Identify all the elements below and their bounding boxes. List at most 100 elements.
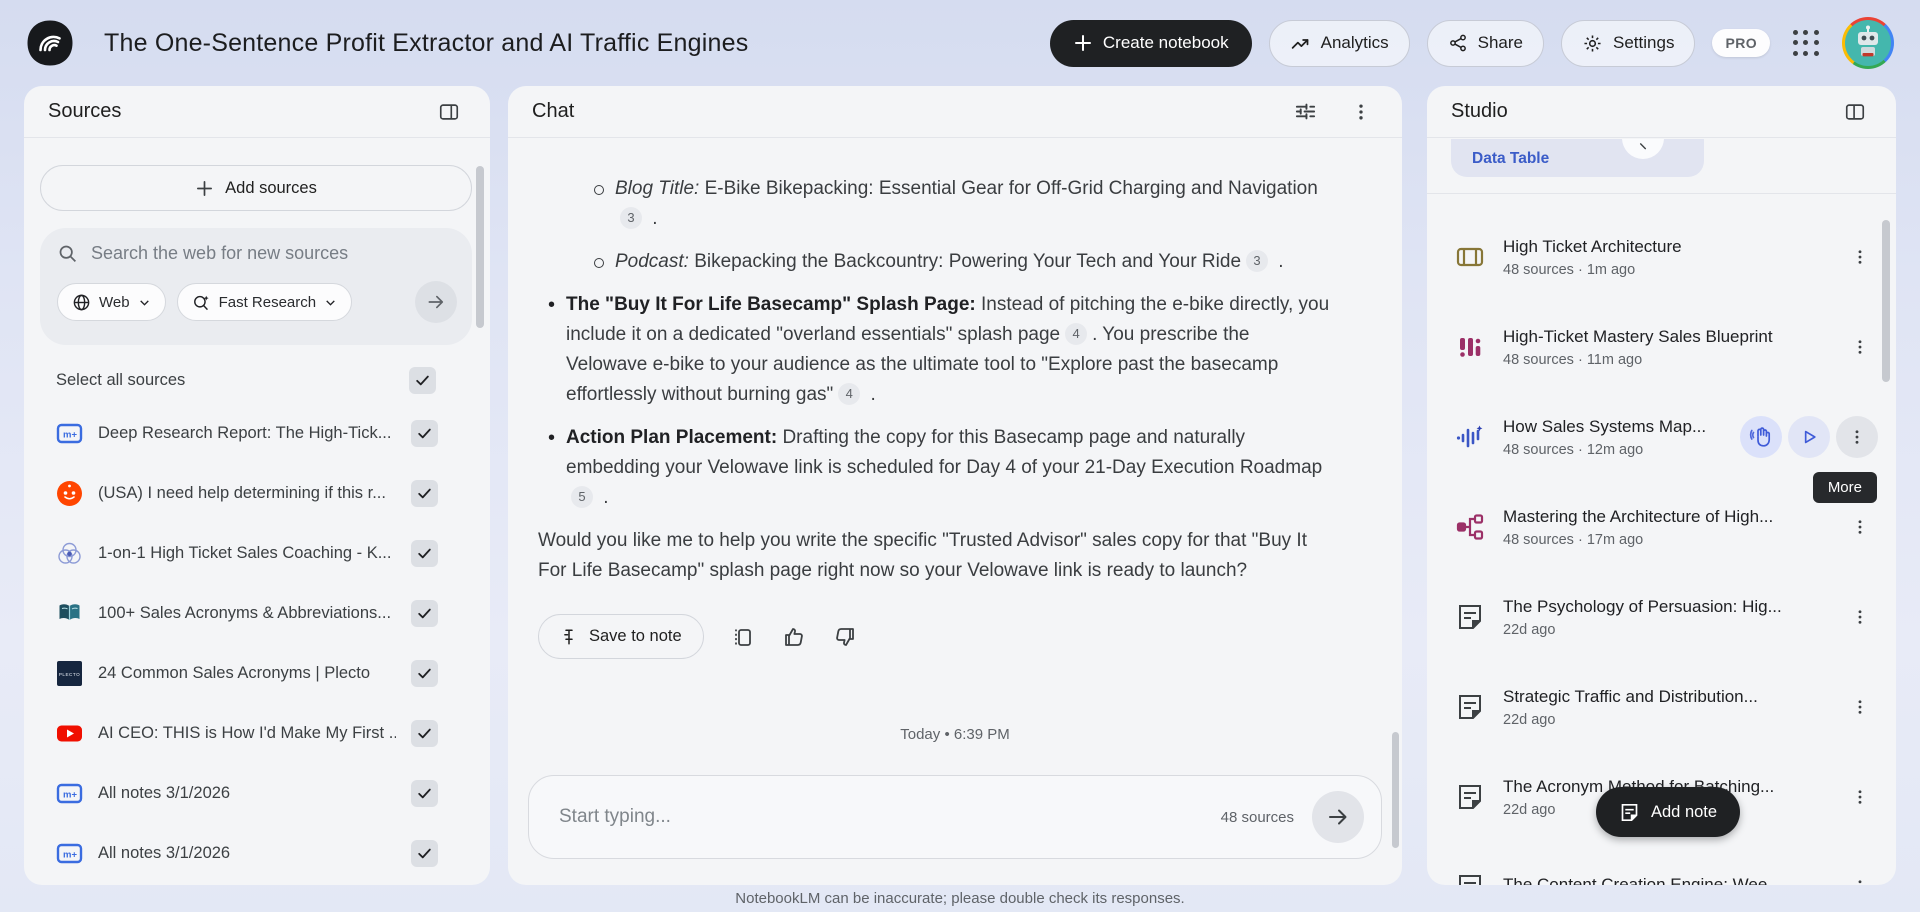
source-checkbox[interactable]	[411, 420, 438, 447]
source-row[interactable]: AI CEO: THIS is How I'd Make My First ..…	[24, 703, 490, 763]
chat-sub-bullet: Blog Title: E-Bike Bikepacking: Essentia…	[615, 174, 1330, 234]
studio-row-hovered[interactable]: How Sales Systems Map... 48 sources · 12…	[1427, 392, 1896, 482]
notebooklm-logo[interactable]	[26, 19, 74, 67]
send-button[interactable]	[1312, 791, 1364, 843]
note-icon	[1455, 782, 1485, 812]
add-note-button[interactable]: Add note	[1596, 787, 1740, 837]
account-avatar[interactable]	[1842, 17, 1894, 69]
search-input[interactable]: Search the web for new sources	[91, 243, 348, 264]
collapse-panel-icon[interactable]	[432, 95, 466, 129]
studio-row[interactable]: The Psychology of Persuasion: Hig... 22d…	[1427, 572, 1896, 662]
source-checkbox[interactable]	[411, 780, 438, 807]
sources-panel: Sources Add sources Search the web for n…	[24, 86, 490, 885]
source-row[interactable]: 1-on-1 High Ticket Sales Coaching - K...	[24, 523, 490, 583]
source-row[interactable]: PLECTO 24 Common Sales Acronyms | Plecto	[24, 643, 490, 703]
source-checkbox[interactable]	[411, 720, 438, 747]
share-icon	[1448, 33, 1468, 53]
plecto-icon: PLECTO	[56, 660, 83, 687]
google-apps-icon[interactable]	[1793, 30, 1819, 56]
pin-icon	[560, 628, 578, 646]
chat-panel: Chat Blog Title: E-Bike Bikepacking: Ess…	[508, 86, 1402, 885]
chat-date-divider: Today • 6:39 PM	[508, 726, 1402, 743]
chevron-down-icon	[138, 296, 151, 309]
disclaimer-text: NotebookLM can be inaccurate; please dou…	[0, 890, 1920, 907]
settings-button[interactable]: Settings	[1561, 20, 1695, 67]
globe-icon	[72, 293, 91, 312]
chat-closing-question: Would you like me to help you write the …	[538, 526, 1330, 586]
notes-doc-icon: m+	[56, 780, 83, 807]
chat-settings-icon[interactable]	[1288, 95, 1322, 129]
row-more-icon[interactable]	[1848, 785, 1872, 809]
book-icon	[56, 600, 83, 627]
search-submit-button[interactable]	[415, 281, 457, 323]
flowchart-icon	[1455, 512, 1485, 542]
thumb-up-icon[interactable]	[782, 625, 806, 649]
source-checkbox[interactable]	[411, 840, 438, 867]
studio-row[interactable]: Strategic Traffic and Distribution... 22…	[1427, 662, 1896, 752]
share-button[interactable]: Share	[1427, 20, 1544, 67]
chat-more-icon[interactable]	[1344, 95, 1378, 129]
citation-chip[interactable]: 4	[838, 383, 860, 405]
search-icon	[57, 243, 78, 264]
copy-icon[interactable]	[731, 625, 755, 649]
collapse-panel-icon[interactable]	[1838, 95, 1872, 129]
row-more-icon[interactable]	[1848, 695, 1872, 719]
sources-scrollbar[interactable]	[476, 166, 484, 328]
hand-wave-icon	[1749, 425, 1773, 449]
analytics-button[interactable]: Analytics	[1269, 20, 1410, 67]
assistant-message: Blog Title: E-Bike Bikepacking: Essentia…	[538, 174, 1330, 586]
chat-panel-title: Chat	[532, 100, 574, 123]
play-icon	[1799, 427, 1819, 447]
open-data-table-button[interactable]	[1622, 139, 1664, 159]
row-more-icon[interactable]	[1848, 515, 1872, 539]
note-icon	[1455, 692, 1485, 722]
data-table-card[interactable]: Data Table	[1451, 139, 1704, 177]
row-more-button[interactable]	[1836, 416, 1878, 458]
chat-input[interactable]	[559, 806, 1221, 828]
source-row[interactable]: (USA) I need help determining if this r.…	[24, 463, 490, 523]
create-notebook-button[interactable]: Create notebook	[1050, 20, 1252, 67]
kebab-icon	[1848, 428, 1866, 446]
studio-scrollbar[interactable]	[1882, 220, 1890, 382]
chat-input-bar: 48 sources	[528, 775, 1382, 859]
barchart-icon	[1455, 332, 1485, 362]
web-search-card: Search the web for new sources Web Fast …	[40, 228, 472, 345]
citation-chip[interactable]: 3	[1246, 250, 1268, 272]
data-table-label: Data Table	[1472, 150, 1549, 168]
source-row[interactable]: m+ Deep Research Report: The High-Tick..…	[24, 403, 490, 463]
row-more-icon[interactable]	[1848, 335, 1872, 359]
chat-scrollbar[interactable]	[1392, 732, 1399, 848]
thumb-down-icon[interactable]	[833, 625, 857, 649]
row-more-icon[interactable]	[1848, 875, 1872, 885]
interactive-mode-button[interactable]	[1740, 416, 1782, 458]
robot-avatar-image	[1845, 20, 1891, 66]
research-mode-chip[interactable]: Fast Research	[177, 283, 353, 321]
studio-row[interactable]: The Content Creation Engine: Wee...	[1427, 842, 1896, 885]
sources-list: m+ Deep Research Report: The High-Tick..…	[24, 403, 490, 883]
save-to-note-button[interactable]: Save to note	[538, 614, 704, 659]
source-count-label: 48 sources	[1221, 809, 1294, 826]
row-more-icon[interactable]	[1848, 605, 1872, 629]
source-checkbox[interactable]	[411, 600, 438, 627]
studio-row[interactable]: High-Ticket Mastery Sales Blueprint 48 s…	[1427, 302, 1896, 392]
source-row[interactable]: m+ All notes 3/1/2026	[24, 823, 490, 883]
select-all-checkbox[interactable]	[409, 367, 436, 394]
row-more-icon[interactable]	[1848, 245, 1872, 269]
source-row[interactable]: 100+ Sales Acronyms & Abbreviations...	[24, 583, 490, 643]
web-scope-chip[interactable]: Web	[57, 283, 166, 321]
plus-icon	[195, 179, 214, 198]
notebook-title[interactable]: The One-Sentence Profit Extractor and AI…	[104, 29, 748, 58]
chat-bullet: Action Plan Placement: Drafting the copy…	[566, 423, 1330, 513]
play-button[interactable]	[1788, 416, 1830, 458]
source-checkbox[interactable]	[411, 540, 438, 567]
source-checkbox[interactable]	[411, 660, 438, 687]
video-overview-icon	[1455, 242, 1485, 272]
citation-chip[interactable]: 5	[571, 486, 593, 508]
add-sources-button[interactable]: Add sources	[40, 165, 472, 211]
studio-row[interactable]: High Ticket Architecture 48 sources · 1m…	[1427, 212, 1896, 302]
source-checkbox[interactable]	[411, 480, 438, 507]
citation-chip[interactable]: 3	[620, 207, 642, 229]
source-row[interactable]: m+ All notes 3/1/2026	[24, 763, 490, 823]
citation-chip[interactable]: 4	[1065, 323, 1087, 345]
studio-panel-title: Studio	[1451, 100, 1508, 123]
